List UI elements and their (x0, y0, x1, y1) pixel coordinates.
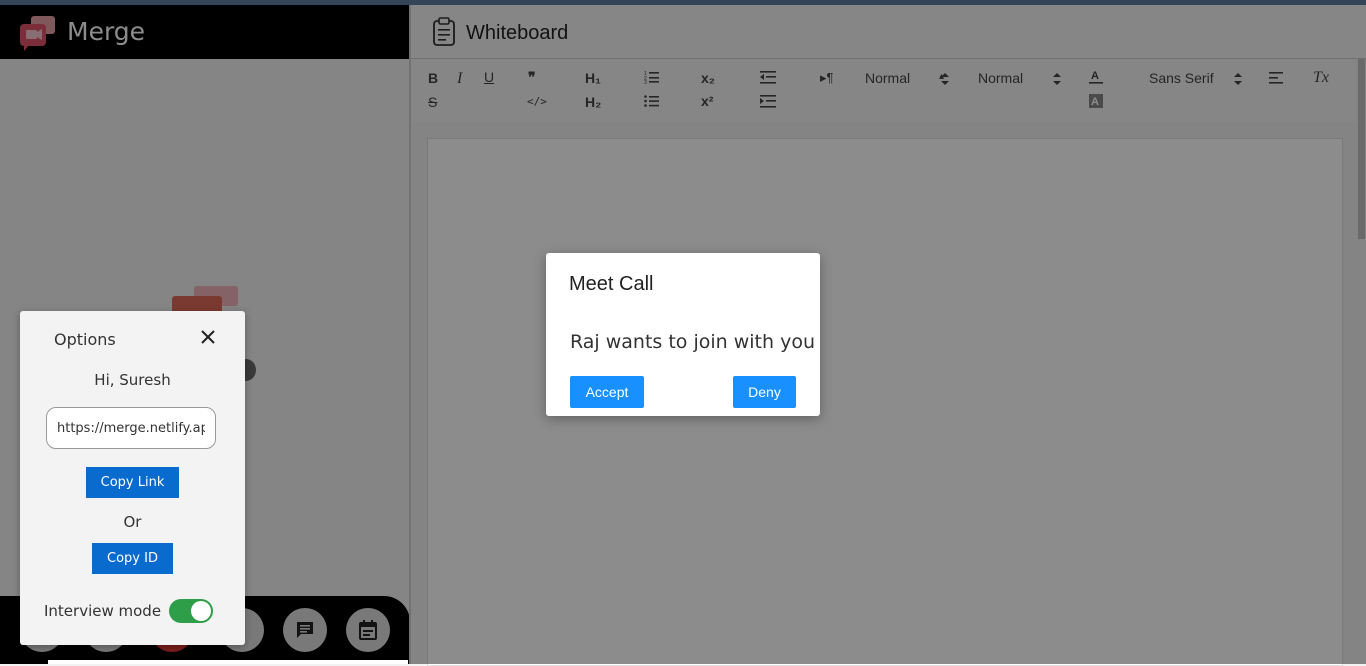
dialog-message: Raj wants to join with you (570, 331, 815, 353)
copy-id-button[interactable]: Copy ID (92, 543, 173, 574)
interview-mode-toggle[interactable] (169, 599, 213, 623)
options-panel: Options Hi, Suresh Copy Link Or Copy ID … (20, 311, 245, 645)
close-icon[interactable] (200, 329, 216, 345)
copy-link-button[interactable]: Copy Link (86, 467, 179, 498)
bottom-highlight (48, 660, 408, 664)
meeting-link-input[interactable] (46, 407, 216, 449)
or-separator: Or (123, 513, 142, 531)
dialog-title: Meet Call (569, 273, 654, 295)
toggle-knob (191, 601, 211, 621)
deny-button[interactable]: Deny (733, 376, 796, 408)
accept-button[interactable]: Accept (570, 376, 644, 408)
meet-call-dialog: Meet Call Raj wants to join with you Acc… (546, 253, 820, 416)
options-title: Options (54, 330, 116, 349)
interview-mode-label: Interview mode (44, 602, 162, 620)
greeting: Hi, Suresh (94, 371, 171, 389)
